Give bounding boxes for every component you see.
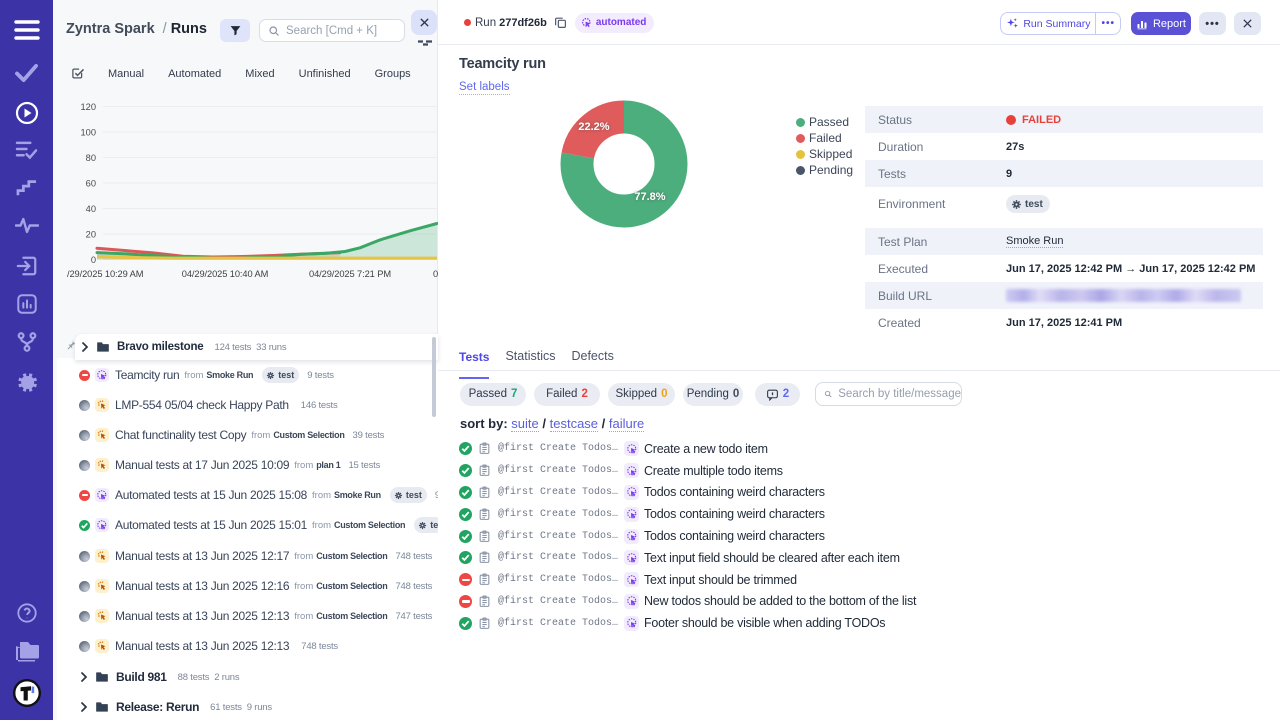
svg-text:20: 20 (86, 230, 96, 240)
svg-text:80: 80 (86, 153, 96, 163)
svg-text:04/29/2025 7:21 PM: 04/29/2025 7:21 PM (309, 269, 391, 279)
svg-text:60: 60 (86, 179, 96, 189)
svg-text:04/29/2025 10:40 AM: 04/29/2025 10:40 AM (182, 269, 269, 279)
svg-text:100: 100 (80, 128, 96, 138)
svg-text:22.2%: 22.2% (578, 121, 609, 133)
svg-text:0: 0 (91, 255, 96, 265)
svg-text:40: 40 (86, 204, 96, 214)
svg-text:77.8%: 77.8% (634, 191, 665, 203)
svg-text:/29/2025 10:29 AM: /29/2025 10:29 AM (67, 269, 143, 279)
svg-text:120: 120 (80, 102, 96, 112)
